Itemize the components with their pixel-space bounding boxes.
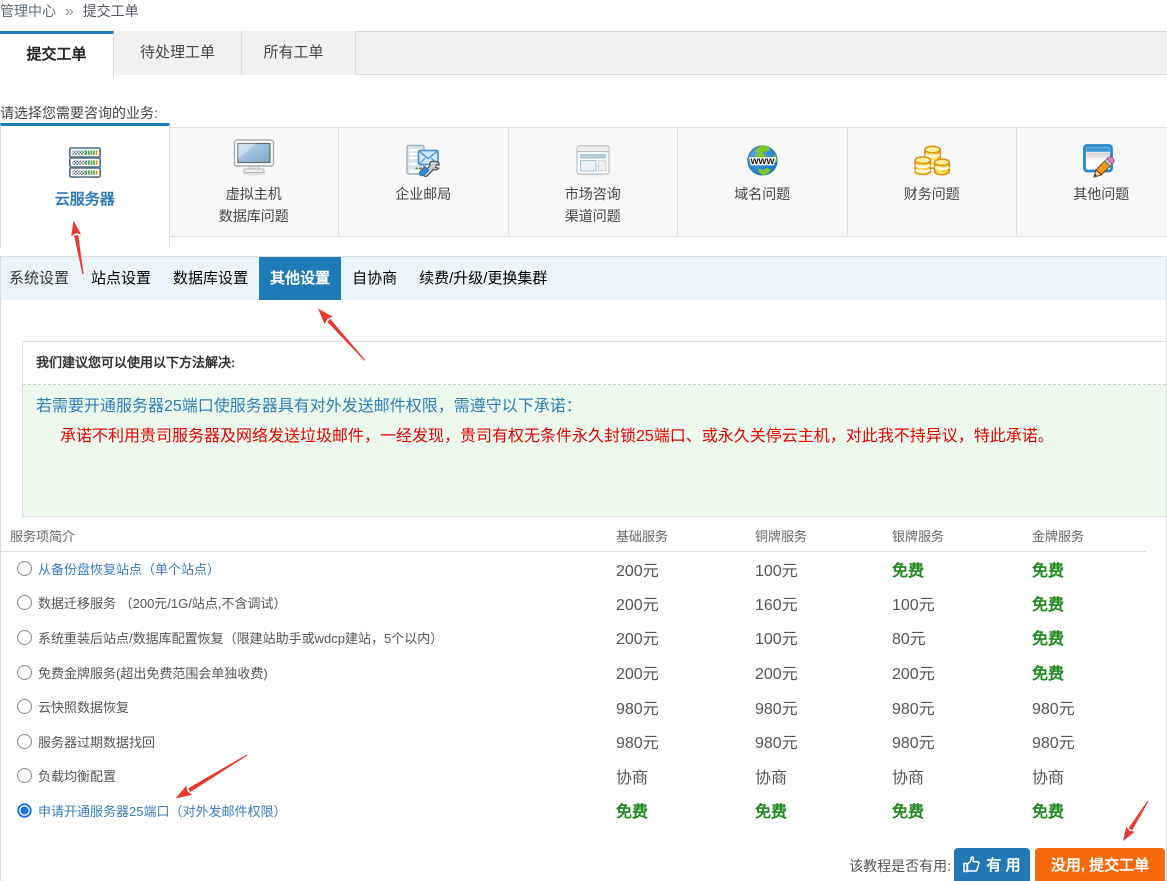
svg-text:www: www [749, 156, 774, 167]
